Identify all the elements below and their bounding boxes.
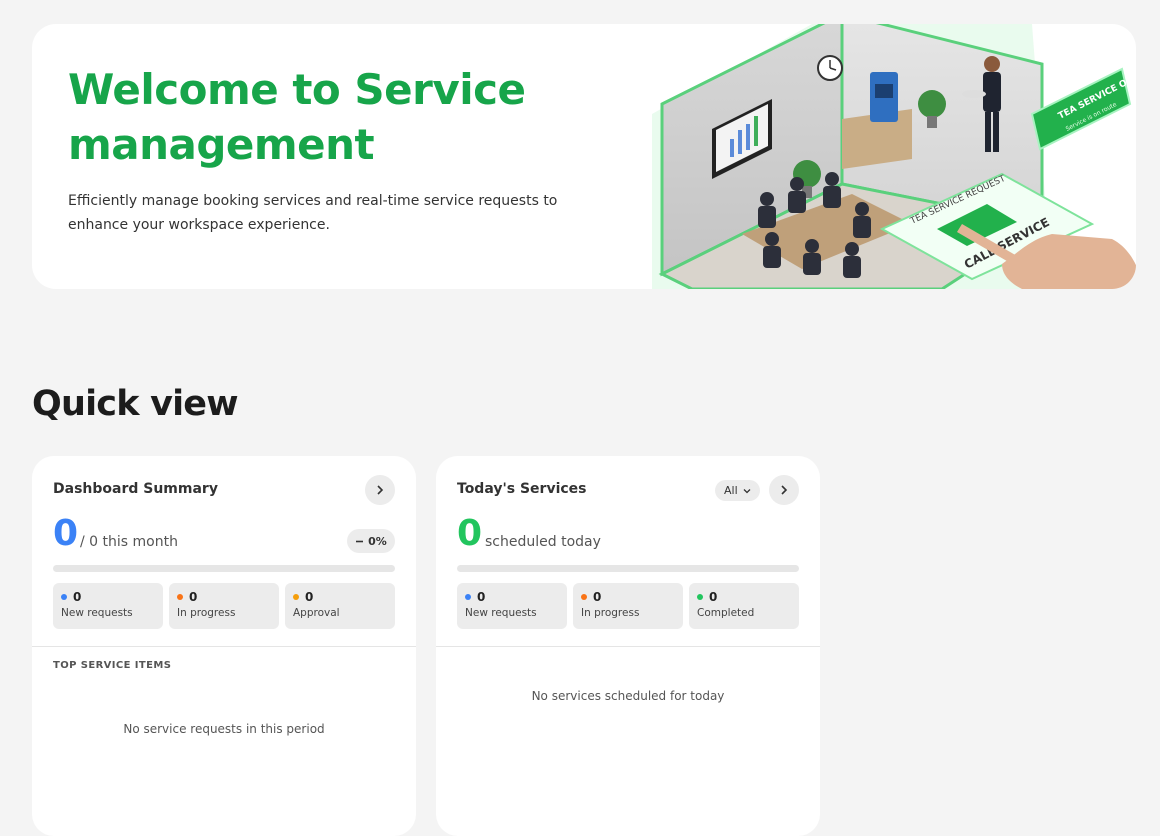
todays-services-scheduled-text: scheduled today (485, 534, 601, 550)
chevron-right-icon (377, 485, 384, 495)
stat-label: In progress (177, 607, 236, 619)
dashboard-summary-month-text: / 0 this month (80, 534, 178, 550)
status-dot (465, 594, 471, 600)
todays-services-card: Today's Services All 0 scheduled today 0… (436, 456, 820, 836)
stat-new-requests[interactable]: 0 New requests (457, 583, 567, 629)
stat-label: Completed (697, 607, 755, 619)
card-divider (32, 646, 416, 647)
dashboard-summary-progress-bar (53, 565, 395, 572)
status-dot (293, 594, 299, 600)
dashboard-summary-card: Dashboard Summary 0 / 0 this month 0% 0 … (32, 456, 416, 836)
hero-title: Welcome to Service management (68, 65, 526, 169)
hero-banner: Welcome to Service management Efficientl… (32, 24, 1136, 289)
stat-label: New requests (61, 607, 133, 619)
stat-approval[interactable]: 0 Approval (285, 583, 395, 629)
todays-services-open-button[interactable] (769, 475, 799, 505)
todays-services-stats: 0 New requests 0 In progress 0 Completed (457, 583, 799, 629)
stat-value: 0 (709, 590, 718, 604)
stat-completed[interactable]: 0 Completed (689, 583, 799, 629)
quick-view-title: Quick view (32, 384, 239, 424)
stat-label: New requests (465, 607, 537, 619)
todays-services-progress-bar (457, 565, 799, 572)
todays-services-count: 0 (457, 513, 483, 554)
chevron-right-icon (781, 485, 788, 495)
status-dot (697, 594, 703, 600)
stat-label: Approval (293, 607, 340, 619)
stat-value: 0 (189, 590, 198, 604)
hero-description: Efficiently manage booking services and … (68, 193, 558, 233)
dashboard-summary-open-button[interactable] (365, 475, 395, 505)
minus-icon (356, 540, 364, 542)
status-dot (61, 594, 67, 600)
stat-label: In progress (581, 607, 640, 619)
dashboard-summary-stats: 0 New requests 0 In progress 0 Approval (53, 583, 395, 629)
stat-value: 0 (73, 590, 82, 604)
dashboard-summary-title: Dashboard Summary (53, 481, 218, 497)
stat-in-progress[interactable]: 0 In progress (169, 583, 279, 629)
dashboard-summary-change-value: 0% (368, 534, 387, 548)
card-divider (436, 646, 820, 647)
stat-value: 0 (305, 590, 314, 604)
filter-value: All (724, 484, 738, 497)
status-dot (581, 594, 587, 600)
top-service-items-heading: TOP SERVICE ITEMS (53, 660, 172, 671)
todays-services-empty-message: No services scheduled for today (531, 689, 725, 703)
stat-value: 0 (593, 590, 602, 604)
status-dot (177, 594, 183, 600)
dashboard-summary-change-badge: 0% (347, 529, 395, 553)
stat-in-progress[interactable]: 0 In progress (573, 583, 683, 629)
hero-illustration: TEA SERVICE REQUEST CALL SERVICE TEA SER… (652, 24, 1136, 289)
stat-new-requests[interactable]: 0 New requests (53, 583, 163, 629)
todays-services-filter-dropdown[interactable]: All (715, 480, 760, 501)
chevron-down-icon (743, 488, 751, 493)
todays-services-title: Today's Services (457, 481, 587, 497)
stat-value: 0 (477, 590, 486, 604)
dashboard-summary-count: 0 (53, 513, 79, 554)
dashboard-summary-empty-message: No service requests in this period (123, 722, 325, 736)
